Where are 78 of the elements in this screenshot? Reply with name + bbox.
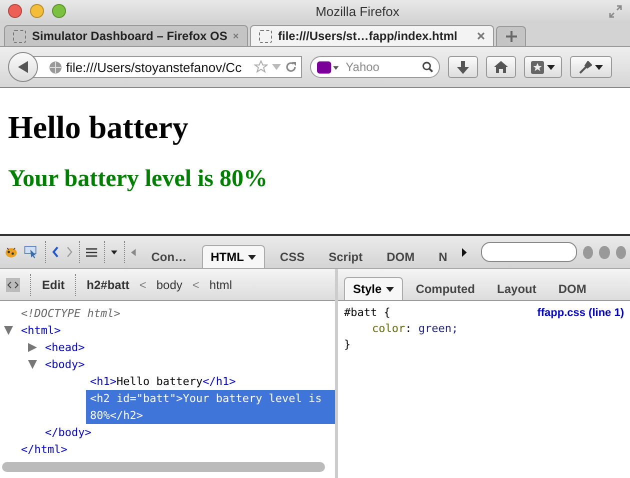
- inspect-icon[interactable]: [24, 244, 39, 260]
- search-engine-icon[interactable]: [317, 60, 340, 74]
- side-panel-tab[interactable]: Style: [344, 277, 403, 300]
- search-field[interactable]: [481, 242, 578, 262]
- panel-tab[interactable]: DOM: [378, 245, 424, 268]
- download-button[interactable]: [448, 56, 478, 78]
- close-panel-button[interactable]: [616, 246, 626, 258]
- panel-tab[interactable]: Con…: [142, 245, 196, 268]
- star-icon[interactable]: [254, 60, 268, 74]
- left-arrow-icon[interactable]: [131, 248, 136, 256]
- battery-level-text: Your battery level is 80%: [8, 166, 269, 193]
- css-declaration: color: green;: [371, 321, 460, 337]
- panel-tab[interactable]: N: [430, 245, 456, 268]
- eyedropper-button[interactable]: [570, 56, 612, 78]
- caret-icon: [595, 64, 603, 70]
- element-tag[interactable]: <html>: [21, 322, 61, 339]
- closing-brace: }: [344, 337, 352, 353]
- forward-chevron-icon[interactable]: [66, 245, 73, 259]
- reload-icon[interactable]: [285, 61, 297, 73]
- plus-icon: [506, 31, 516, 42]
- page-heading: Hello battery: [8, 109, 190, 146]
- panel-tab[interactable]: HTML: [202, 245, 265, 268]
- element-tag[interactable]: <head>: [45, 339, 85, 356]
- breadcrumb[interactable]: h2#batt: [86, 278, 130, 292]
- search-icon[interactable]: [422, 61, 433, 73]
- element-node[interactable]: <h1>Hello battery</h1>: [86, 373, 240, 390]
- eyedropper-icon: [579, 60, 592, 74]
- home-button[interactable]: [486, 56, 516, 78]
- zoom-button[interactable]: [52, 4, 66, 18]
- browser-tab[interactable]: Simulator Dashboard – Firefox OS: [4, 25, 248, 46]
- element-tag[interactable]: <body>: [45, 356, 85, 373]
- fullscreen-icon[interactable]: [609, 4, 622, 18]
- home-icon: [494, 61, 508, 73]
- css-selector: #batt {: [344, 305, 390, 321]
- search-field[interactable]: Yahoo: [310, 56, 440, 78]
- expanded-triangle-icon[interactable]: [4, 326, 13, 335]
- address-field[interactable]: file:///Users/stoyanstefanov/Cc: [32, 56, 302, 78]
- closing-tag: </body>: [45, 424, 92, 441]
- close-button[interactable]: [8, 4, 22, 18]
- breadcrumb-separator: <: [192, 278, 200, 292]
- close-icon[interactable]: [477, 32, 485, 40]
- collapsed-triangle-icon[interactable]: [28, 343, 37, 352]
- right-arrow-icon[interactable]: [462, 246, 468, 258]
- back-button[interactable]: [8, 52, 38, 82]
- element-node[interactable]: <h2 id="batt">Your battery level is 80%</h2>: [86, 390, 335, 424]
- globe-icon: [49, 60, 62, 74]
- page-icon: [13, 30, 26, 42]
- bookmarks-button[interactable]: [524, 56, 562, 78]
- minimize-button[interactable]: [30, 4, 44, 18]
- back-chevron-icon[interactable]: [52, 245, 60, 259]
- minimize-panel-button[interactable]: [583, 246, 594, 258]
- closing-tag: </html>: [21, 441, 68, 458]
- restore-panel-button[interactable]: [599, 246, 610, 258]
- panel-tab[interactable]: CSS: [270, 245, 314, 268]
- window-title: Mozilla Firefox: [314, 4, 400, 18]
- edit-button[interactable]: Edit: [42, 278, 65, 292]
- scrollbar[interactable]: [2, 462, 325, 472]
- expanded-triangle-icon[interactable]: [28, 360, 37, 369]
- expand-panel-icon[interactable]: [6, 278, 20, 292]
- bookmark-star-icon: [531, 60, 544, 74]
- side-panel-tab[interactable]: DOM: [549, 277, 596, 300]
- doctype-line: <!DOCTYPE html>: [21, 306, 120, 322]
- panel-tab[interactable]: Script: [320, 245, 372, 268]
- menu-icon[interactable]: [86, 246, 98, 258]
- browser-tab[interactable]: file:///Users/st…fapp/index.html: [250, 25, 494, 46]
- side-panel-tab[interactable]: Computed: [406, 277, 484, 300]
- caret-icon: [111, 250, 118, 254]
- new-tab-button[interactable]: [496, 26, 526, 46]
- caret-icon: [547, 64, 555, 70]
- back-arrow-icon: [18, 61, 28, 73]
- close-icon[interactable]: [233, 32, 239, 40]
- page-icon: [259, 30, 272, 42]
- breadcrumb-separator: <: [139, 278, 146, 292]
- download-arrow-icon: [457, 60, 469, 74]
- breadcrumb[interactable]: html: [209, 278, 232, 292]
- breadcrumb[interactable]: body: [156, 278, 182, 292]
- side-panel-tab[interactable]: Layout: [488, 277, 546, 300]
- source-link[interactable]: ffapp.css (line 1): [537, 305, 624, 321]
